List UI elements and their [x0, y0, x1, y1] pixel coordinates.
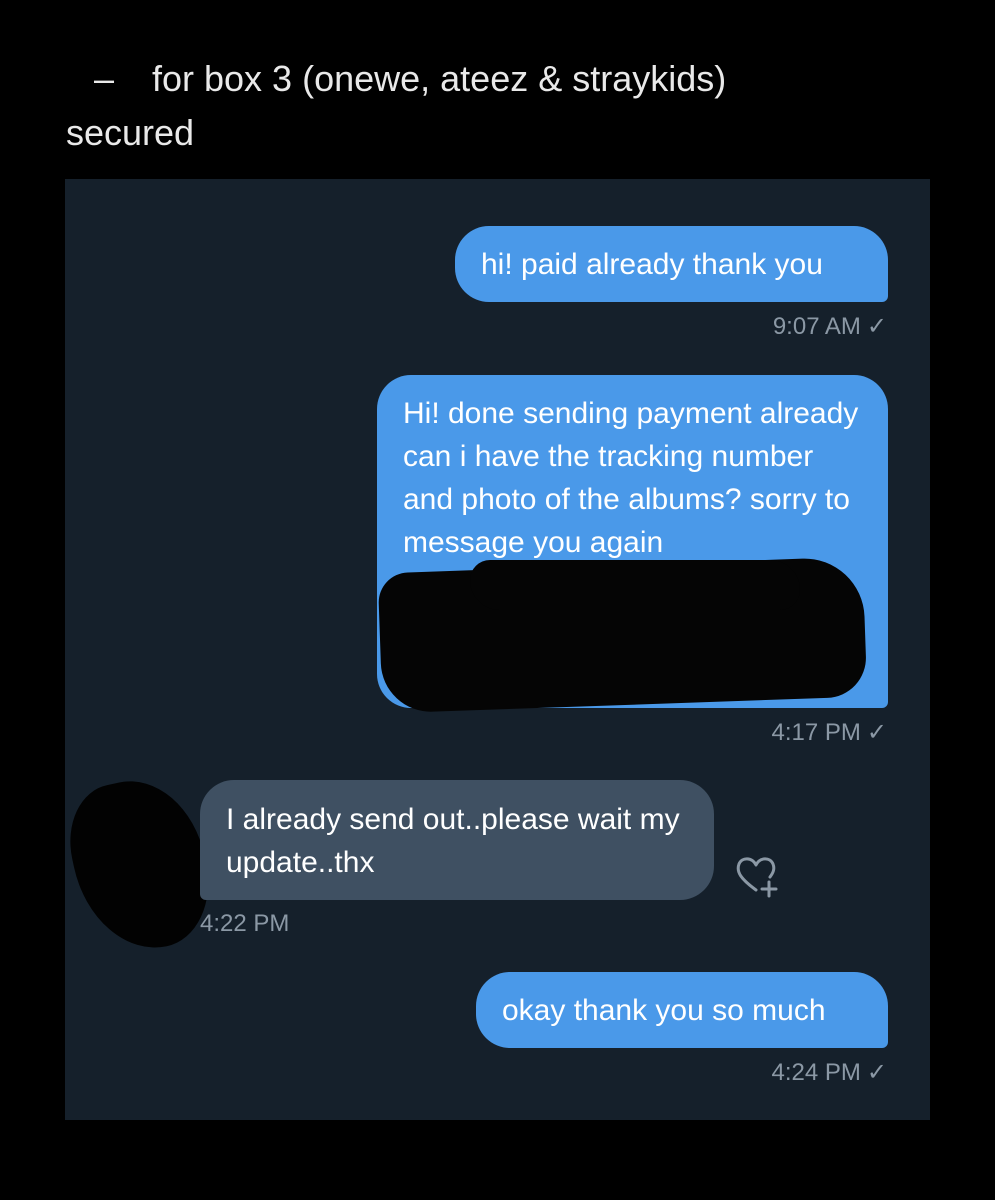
timestamp-text: 9:07 AM: [772, 313, 861, 340]
heart-plus-icon[interactable]: [733, 852, 779, 898]
caption-text: for box 3 (onewe, ateez & straykids): [152, 58, 727, 99]
caption-line-2: secured: [66, 112, 195, 153]
message-bubble-outgoing[interactable]: okay thank you so much: [476, 972, 888, 1048]
checkmark-icon: ✓: [866, 719, 887, 746]
message-text: okay thank you so much: [502, 994, 826, 1027]
caption-line-1: – for box 3 (onewe, ateez & straykids): [66, 52, 946, 106]
message-bubble-incoming[interactable]: I already send out..please wait my updat…: [200, 780, 714, 900]
message-timestamp: 4:22 PM: [200, 910, 289, 938]
redaction-scribble: [470, 560, 800, 610]
message-timestamp: 9:07 AM ✓: [773, 312, 887, 341]
message-text: I already send out..please wait my updat…: [226, 803, 680, 879]
timestamp-text: 4:22 PM: [200, 910, 290, 937]
message-timestamp: 4:24 PM ✓: [772, 1058, 888, 1087]
message-text: hi! paid already thank you: [481, 248, 823, 281]
post-caption: – for box 3 (onewe, ateez & straykids) se…: [66, 52, 946, 160]
message-timestamp: 4:17 PM ✓: [772, 718, 888, 747]
message-text: Hi! done sending payment already can i h…: [403, 397, 859, 559]
checkmark-icon: ✓: [866, 313, 887, 340]
timestamp-text: 4:17 PM: [771, 719, 861, 746]
timestamp-text: 4:24 PM: [771, 1059, 861, 1086]
caption-dash: –: [94, 58, 115, 99]
checkmark-icon: ✓: [866, 1059, 887, 1086]
message-bubble-outgoing[interactable]: hi! paid already thank you: [455, 226, 888, 302]
